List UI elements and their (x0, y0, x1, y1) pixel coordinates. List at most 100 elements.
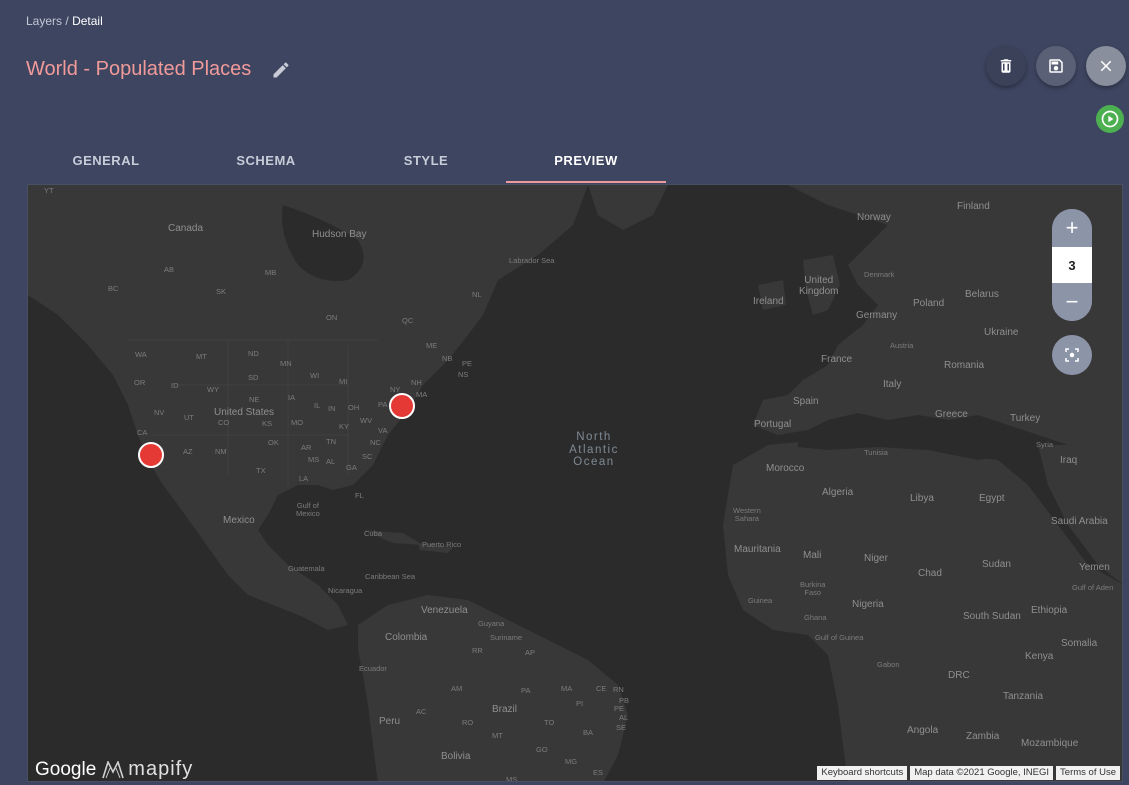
delete-button[interactable] (986, 46, 1026, 86)
breadcrumb-separator: / (65, 14, 69, 28)
map-label: France (821, 354, 853, 365)
map-label: KS (262, 419, 273, 428)
run-button[interactable] (1096, 105, 1124, 133)
map-label: Gulf of Mexico (296, 501, 320, 519)
map-label: MT (492, 731, 503, 740)
save-button[interactable] (1036, 46, 1076, 86)
map-label: MB (265, 268, 277, 277)
map-label: Mozambique (1021, 738, 1079, 749)
map-label: BC (108, 284, 119, 293)
map-label: Belarus (965, 289, 999, 300)
map-label: MS (506, 775, 518, 782)
map-label: MA (561, 684, 573, 693)
map-attribution: Keyboard shortcuts Map data ©2021 Google… (817, 766, 1120, 780)
map-label: Denmark (864, 270, 895, 279)
map-label: MS (308, 455, 320, 464)
map-label: NL (472, 290, 482, 299)
map-label: Western Sahara (733, 506, 761, 524)
map-label: CE (596, 684, 607, 693)
keyboard-shortcuts-link[interactable]: Keyboard shortcuts (817, 766, 908, 780)
map-label: Gulf of Aden (1072, 583, 1114, 592)
map-label: Peru (379, 716, 401, 727)
tab-general[interactable]: GENERAL (26, 138, 186, 183)
map-label: CO (218, 418, 230, 427)
map-label: TN (326, 437, 336, 446)
trash-icon (1000, 59, 1012, 73)
map-label: FL (355, 491, 364, 500)
map-label: AL (326, 457, 336, 466)
map-label: Romania (944, 360, 985, 371)
breadcrumb-current: Detail (72, 14, 103, 28)
map-label: Tunisia (864, 448, 888, 457)
close-button[interactable] (1086, 46, 1126, 86)
map-label: OH (348, 403, 360, 412)
map-label: PE (462, 359, 473, 368)
map-label: DRC (948, 670, 970, 681)
map-label: RN (613, 685, 624, 694)
edit-pencil-icon[interactable] (271, 60, 291, 80)
tab-bar: GENERAL SCHEMA STYLE PREVIEW (26, 138, 1127, 183)
map-label: NS (458, 370, 469, 379)
map-label: Turkey (1010, 413, 1041, 424)
map-preview[interactable]: YT Canada Hudson Bay Labrador Sea AB MB … (27, 184, 1123, 782)
terms-of-use-link[interactable]: Terms of Use (1056, 766, 1120, 780)
mapify-text: mapify (128, 758, 194, 780)
place-marker-new-york[interactable] (389, 393, 415, 419)
map-data-credit: Map data ©2021 Google, INEGI (910, 766, 1054, 780)
map-label: Egypt (979, 493, 1005, 504)
map-label: GA (346, 463, 357, 472)
map-label: Algeria (822, 487, 854, 498)
map-label: TO (544, 718, 555, 727)
tab-style[interactable]: STYLE (346, 138, 506, 183)
title-row: World - Populated Places (26, 58, 291, 81)
map-label: Iraq (1060, 455, 1078, 466)
map-label: Zambia (966, 731, 1000, 742)
tab-preview[interactable]: PREVIEW (506, 138, 666, 183)
map-label: WA (135, 350, 147, 359)
map-label: NB (442, 354, 453, 363)
map-label: MO (291, 418, 304, 427)
mapify-logo: mapify (102, 758, 193, 781)
map-label: AL (619, 713, 629, 722)
map-label: NH (411, 378, 422, 387)
map-label: Puerto Rico (422, 540, 462, 549)
recenter-button[interactable] (1052, 335, 1092, 375)
map-branding: Google mapify (35, 758, 193, 781)
map-label: Gabon (877, 660, 900, 669)
map-label: QC (402, 316, 414, 325)
map-label: MG (565, 757, 578, 766)
focus-icon (1065, 348, 1079, 362)
map-label: ON (326, 313, 338, 322)
map-label: CA (137, 428, 148, 437)
map-label: MT (196, 352, 207, 361)
map-label: Canada (168, 223, 204, 234)
map-label: Norway (857, 212, 891, 223)
map-label: Mauritania (734, 544, 781, 555)
place-marker-los-angeles[interactable] (138, 442, 164, 468)
map-label: NV (154, 408, 165, 417)
map-label: MN (280, 359, 292, 368)
map-label: Poland (913, 298, 945, 309)
map-label: SC (362, 452, 373, 461)
map-label: RO (462, 718, 474, 727)
map-label: Colombia (385, 632, 428, 643)
map-label: Germany (856, 310, 898, 321)
map-label: Libya (910, 493, 934, 504)
map-label: YT (44, 186, 54, 195)
map-label: Niger (864, 553, 888, 564)
map-label: ND (248, 349, 259, 358)
map-label: Ghana (804, 613, 827, 622)
zoom-level: 3 (1052, 247, 1092, 283)
tab-schema[interactable]: SCHEMA (186, 138, 346, 183)
zoom-in-button[interactable]: + (1052, 209, 1092, 247)
breadcrumb-parent[interactable]: Layers (26, 14, 62, 28)
map-label: PA (521, 686, 531, 695)
map-label: AR (301, 443, 312, 452)
map-label: Sudan (982, 559, 1011, 570)
map-label: Portugal (754, 419, 792, 430)
map-label: Nicaragua (328, 586, 363, 595)
map-label: BA (583, 728, 594, 737)
map-label: Angola (907, 725, 939, 736)
map-label: Finland (957, 201, 990, 212)
map-label: NE (249, 395, 260, 404)
